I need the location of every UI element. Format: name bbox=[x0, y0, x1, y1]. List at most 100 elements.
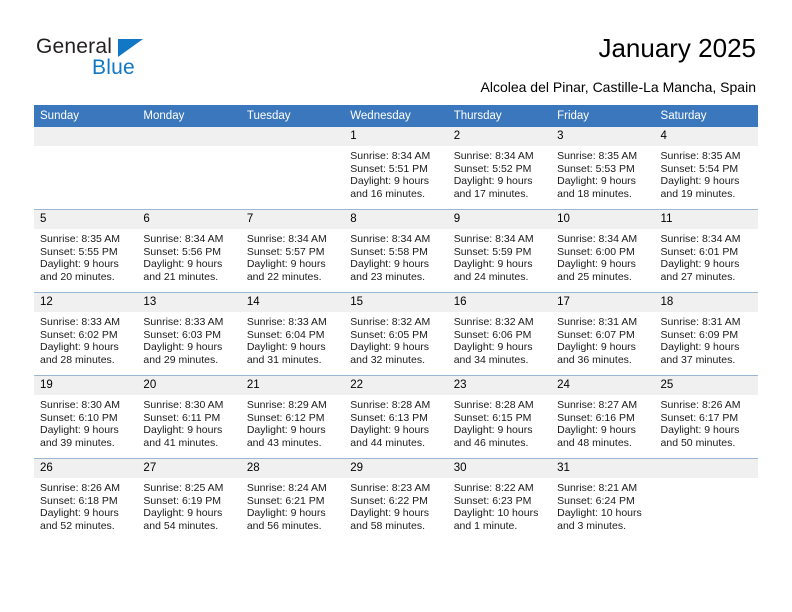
calendar-day-cell[interactable]: 14 Sunrise: 8:33 AM Sunset: 6:04 PM Dayligh… bbox=[240, 292, 345, 376]
calendar-day-cell[interactable]: 5 Sunrise: 8:35 AM Sunset: 5:55 PM Daylight… bbox=[34, 209, 138, 293]
day-sun-info: Sunrise: 8:28 AM Sunset: 6:13 PM Daylight:… bbox=[344, 395, 447, 449]
day-number: 30 bbox=[447, 459, 552, 478]
calendar-body: 1 Sunrise: 8:34 AM Sunset: 5:51 PM Daylight… bbox=[34, 127, 758, 541]
calendar-day-cell[interactable]: 1 Sunrise: 8:34 AM Sunset: 5:51 PM Daylight… bbox=[344, 127, 448, 210]
day-daylight-line: Daylight: 9 hours bbox=[660, 424, 740, 437]
day-sunrise-line: Sunrise: 8:35 AM bbox=[40, 233, 120, 245]
calendar-day-cell[interactable]: 27 Sunrise: 8:25 AM Sunset: 6:19 PM Dayligh… bbox=[137, 458, 241, 541]
generalblue-logo[interactable]: General Blue bbox=[36, 35, 226, 87]
day-sunrise-line: Sunrise: 8:33 AM bbox=[40, 316, 120, 328]
calendar-day-cell[interactable]: 13 Sunrise: 8:33 AM Sunset: 6:03 PM Dayligh… bbox=[137, 292, 241, 376]
calendar-day-cell[interactable]: 6 Sunrise: 8:34 AM Sunset: 5:56 PM Daylight… bbox=[137, 209, 241, 293]
calendar-day-cell[interactable]: 19 Sunrise: 8:30 AM Sunset: 6:10 PM Dayligh… bbox=[34, 375, 138, 459]
day-sun-info: Sunrise: 8:31 AM Sunset: 6:07 PM Daylight:… bbox=[551, 312, 654, 366]
calendar-day-cell[interactable]: 10 Sunrise: 8:34 AM Sunset: 6:00 PM Dayligh… bbox=[551, 209, 655, 293]
day-daylight-line: Daylight: 9 hours bbox=[246, 341, 326, 354]
day-daylight-line: and 27 minutes. bbox=[660, 270, 736, 283]
day-number: 24 bbox=[551, 376, 655, 395]
day-sunset-line: Sunset: 6:03 PM bbox=[143, 328, 222, 341]
day-daylight-line: and 20 minutes. bbox=[40, 270, 115, 283]
calendar-day-cell[interactable]: 26 Sunrise: 8:26 AM Sunset: 6:18 PM Dayligh… bbox=[34, 458, 138, 541]
calendar-day-cell[interactable]: 24 Sunrise: 8:27 AM Sunset: 6:16 PM Dayligh… bbox=[551, 375, 655, 459]
day-daylight-line: Daylight: 9 hours bbox=[40, 424, 119, 437]
day-daylight-line: Daylight: 9 hours bbox=[350, 175, 430, 188]
day-daylight-line: Daylight: 9 hours bbox=[246, 507, 326, 520]
day-daylight-line: Daylight: 9 hours bbox=[246, 424, 326, 437]
calendar-day-cell[interactable]: 21 Sunrise: 8:29 AM Sunset: 6:12 PM Dayligh… bbox=[240, 375, 345, 459]
day-sun-info: Sunrise: 8:24 AM Sunset: 6:21 PM Daylight:… bbox=[241, 478, 344, 532]
day-number: 9 bbox=[447, 210, 552, 229]
day-daylight-line: and 32 minutes. bbox=[350, 353, 425, 366]
calendar-day-cell[interactable]: 17 Sunrise: 8:31 AM Sunset: 6:07 PM Dayligh… bbox=[551, 292, 655, 376]
day-sunset-line: Sunset: 5:51 PM bbox=[350, 162, 428, 175]
day-sunrise-line: Sunrise: 8:35 AM bbox=[660, 150, 741, 162]
day-daylight-line: Daylight: 9 hours bbox=[350, 424, 430, 437]
day-sunset-line: Sunset: 6:11 PM bbox=[143, 411, 221, 424]
calendar-day-cell[interactable]: 25 Sunrise: 8:26 AM Sunset: 6:17 PM Dayligh… bbox=[654, 375, 758, 459]
day-daylight-line: Daylight: 9 hours bbox=[143, 258, 223, 271]
calendar-day-cell[interactable]: 3 Sunrise: 8:35 AM Sunset: 5:53 PM Daylight… bbox=[551, 127, 655, 210]
calendar-day-cell[interactable]: 29 Sunrise: 8:23 AM Sunset: 6:22 PM Dayligh… bbox=[344, 458, 448, 541]
day-daylight-line: Daylight: 9 hours bbox=[557, 341, 636, 354]
weekday-header-thursday: Thursday bbox=[447, 105, 552, 127]
day-daylight-line: Daylight: 9 hours bbox=[557, 258, 636, 271]
day-sunset-line: Sunset: 6:15 PM bbox=[453, 411, 532, 424]
calendar-day-cell[interactable]: 12 Sunrise: 8:33 AM Sunset: 6:02 PM Dayligh… bbox=[34, 292, 138, 376]
day-number: 14 bbox=[240, 293, 345, 312]
calendar-day-cell[interactable]: 9 Sunrise: 8:34 AM Sunset: 5:59 PM Daylight… bbox=[447, 209, 552, 293]
day-sunset-line: Sunset: 6:10 PM bbox=[40, 411, 118, 424]
day-sunrise-line: Sunrise: 8:34 AM bbox=[246, 233, 327, 245]
calendar-day-cell[interactable]: 11 Sunrise: 8:34 AM Sunset: 6:01 PM Dayligh… bbox=[654, 209, 758, 293]
day-sunset-line: Sunset: 6:23 PM bbox=[453, 494, 532, 507]
weekday-header-monday: Monday bbox=[137, 105, 241, 127]
calendar-day-cell[interactable]: 15 Sunrise: 8:32 AM Sunset: 6:05 PM Dayligh… bbox=[344, 292, 448, 376]
day-daylight-line: and 43 minutes. bbox=[246, 436, 322, 449]
day-number: 6 bbox=[137, 210, 241, 229]
logo-triangle-icon bbox=[118, 39, 143, 57]
day-sunset-line: Sunset: 5:55 PM bbox=[40, 245, 118, 258]
day-number: 15 bbox=[344, 293, 448, 312]
day-sunset-line: Sunset: 5:56 PM bbox=[143, 245, 222, 258]
calendar-day-cell[interactable]: 23 Sunrise: 8:28 AM Sunset: 6:15 PM Dayligh… bbox=[447, 375, 552, 459]
day-daylight-line: Daylight: 9 hours bbox=[143, 507, 223, 520]
day-daylight-line: and 18 minutes. bbox=[557, 187, 632, 200]
day-sun-info: Sunrise: 8:32 AM Sunset: 6:06 PM Daylight:… bbox=[448, 312, 551, 366]
calendar-day-cell[interactable]: 16 Sunrise: 8:32 AM Sunset: 6:06 PM Dayligh… bbox=[447, 292, 552, 376]
calendar-day-cell-empty bbox=[654, 458, 758, 541]
calendar-day-cell[interactable]: 20 Sunrise: 8:30 AM Sunset: 6:11 PM Dayligh… bbox=[137, 375, 241, 459]
day-number bbox=[654, 459, 758, 478]
day-daylight-line: and 21 minutes. bbox=[143, 270, 219, 283]
day-sun-info: Sunrise: 8:35 AM Sunset: 5:54 PM Daylight:… bbox=[655, 146, 758, 200]
day-number: 5 bbox=[34, 210, 138, 229]
calendar-day-cell[interactable]: 8 Sunrise: 8:34 AM Sunset: 5:58 PM Daylight… bbox=[344, 209, 448, 293]
calendar-day-cell[interactable]: 18 Sunrise: 8:31 AM Sunset: 6:09 PM Dayligh… bbox=[654, 292, 758, 376]
calendar-day-cell[interactable]: 31 Sunrise: 8:21 AM Sunset: 6:24 PM Dayligh… bbox=[551, 458, 655, 541]
day-daylight-line: and 50 minutes. bbox=[660, 436, 736, 449]
day-number bbox=[34, 127, 138, 146]
calendar-day-cell[interactable]: 22 Sunrise: 8:28 AM Sunset: 6:13 PM Dayligh… bbox=[344, 375, 448, 459]
day-daylight-line: Daylight: 9 hours bbox=[453, 424, 533, 437]
day-daylight-line: Daylight: 9 hours bbox=[453, 175, 533, 188]
day-sunset-line: Sunset: 5:58 PM bbox=[350, 245, 428, 258]
calendar-day-cell[interactable]: 30 Sunrise: 8:22 AM Sunset: 6:23 PM Dayligh… bbox=[447, 458, 552, 541]
calendar-week-row: 19 Sunrise: 8:30 AM Sunset: 6:10 PM Dayligh… bbox=[34, 375, 758, 459]
day-sun-info: Sunrise: 8:33 AM Sunset: 6:02 PM Daylight:… bbox=[34, 312, 137, 366]
calendar-day-cell[interactable]: 28 Sunrise: 8:24 AM Sunset: 6:21 PM Dayligh… bbox=[240, 458, 345, 541]
day-daylight-line: and 46 minutes. bbox=[453, 436, 529, 449]
day-sunset-line: Sunset: 6:04 PM bbox=[246, 328, 325, 341]
calendar-day-cell[interactable]: 7 Sunrise: 8:34 AM Sunset: 5:57 PM Daylight… bbox=[240, 209, 345, 293]
calendar-day-cell[interactable]: 4 Sunrise: 8:35 AM Sunset: 5:54 PM Daylight… bbox=[654, 127, 758, 210]
day-number: 10 bbox=[551, 210, 655, 229]
page-header: General Blue January 2025 Alcolea del Pi… bbox=[0, 0, 792, 100]
day-number: 4 bbox=[654, 127, 758, 146]
day-sunrise-line: Sunrise: 8:28 AM bbox=[453, 399, 534, 411]
day-sunset-line: Sunset: 6:22 PM bbox=[350, 494, 428, 507]
day-sunrise-line: Sunrise: 8:32 AM bbox=[350, 316, 431, 328]
day-sunset-line: Sunset: 6:09 PM bbox=[660, 328, 739, 341]
month-calendar: Sunday Monday Tuesday Wednesday Thursday… bbox=[34, 105, 758, 541]
day-sun-info: Sunrise: 8:27 AM Sunset: 6:16 PM Daylight:… bbox=[551, 395, 654, 449]
calendar-week-row: 5 Sunrise: 8:35 AM Sunset: 5:55 PM Daylight… bbox=[34, 209, 758, 293]
day-sun-info: Sunrise: 8:34 AM Sunset: 6:00 PM Daylight:… bbox=[551, 229, 654, 283]
calendar-day-cell[interactable]: 2 Sunrise: 8:34 AM Sunset: 5:52 PM Daylight… bbox=[447, 127, 552, 210]
day-sun-info: Sunrise: 8:25 AM Sunset: 6:19 PM Daylight:… bbox=[137, 478, 240, 532]
